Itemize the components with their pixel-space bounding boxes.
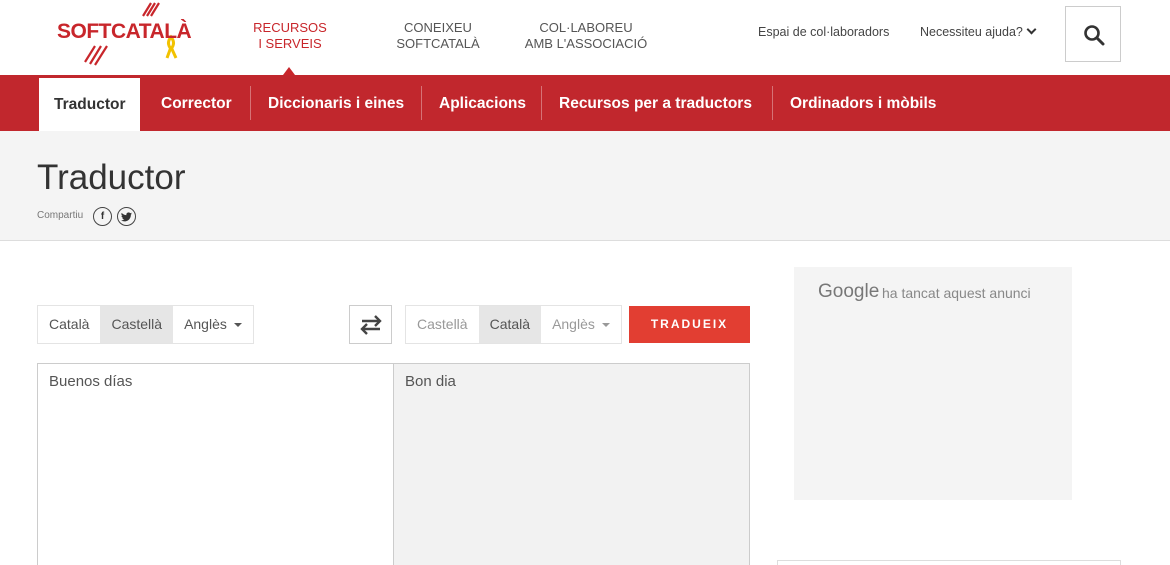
- caret-down-icon: [233, 323, 242, 327]
- page-title-band: Traductor Compartiu f: [0, 131, 1170, 241]
- twitter-share-icon[interactable]: [117, 207, 136, 226]
- google-ad-logo: Google: [818, 281, 880, 302]
- nav-divider: [421, 86, 422, 120]
- softcatala-logo[interactable]: SOFTCATALÀ: [55, 2, 192, 66]
- topnav-label-line1: RECURSOS: [253, 20, 327, 35]
- translation-output: Bon dia: [393, 363, 750, 565]
- collaborators-link[interactable]: Espai de col·laboradors: [758, 25, 889, 39]
- share-label: Compartiu: [37, 210, 84, 221]
- target-lang-angles-label: Anglès: [552, 316, 595, 332]
- section-nav: Traductor Corrector Diccionaris i eines …: [0, 75, 1170, 131]
- topnav-collaboreu[interactable]: COL·LABOREU AMB L'ASSOCIACIÓ: [516, 20, 656, 52]
- translate-button[interactable]: TRADUEIX: [629, 306, 750, 343]
- page-title: Traductor: [37, 158, 186, 197]
- source-lang-angles-dropdown[interactable]: Anglès: [173, 306, 253, 343]
- nav-divider: [250, 86, 251, 120]
- tab-recursos-traductors[interactable]: Recursos per a traductors: [559, 75, 752, 131]
- search-button[interactable]: [1065, 6, 1121, 62]
- source-lang-angles-label: Anglès: [184, 316, 227, 332]
- topnav-recursos-serveis[interactable]: RECURSOS I SERVEIS: [250, 20, 330, 52]
- topnav-label-line2: AMB L'ASSOCIACIÓ: [524, 36, 648, 51]
- sidebar-box: [777, 560, 1121, 565]
- source-lang-castella[interactable]: Castellà: [100, 306, 174, 343]
- topnav-label-line1: COL·LABOREU: [539, 20, 633, 35]
- source-language-selector: Català Castellà Anglès: [37, 305, 254, 344]
- swap-languages-button[interactable]: [349, 305, 392, 344]
- target-lang-angles-dropdown[interactable]: Anglès: [541, 306, 621, 343]
- topnav-coneixeu-softcatala[interactable]: CONEIXEU SOFTCATALÀ: [388, 20, 488, 52]
- topnav-label-line1: CONEIXEU: [404, 20, 472, 35]
- tab-diccionaris[interactable]: Diccionaris i eines: [268, 75, 404, 131]
- active-caret-icon: [283, 67, 295, 75]
- site-header: SOFTCATALÀ RECURSOS I SERVEIS CONEIXEU S…: [0, 0, 1170, 75]
- chevron-down-icon: [1026, 24, 1037, 35]
- search-icon: [1084, 25, 1105, 46]
- target-language-selector: Castellà Català Anglès: [405, 305, 622, 344]
- logo-text: SOFTCATALÀ: [57, 20, 192, 43]
- ad-closed-message: ha tancat aquest anunci: [882, 285, 1031, 301]
- nav-divider: [772, 86, 773, 120]
- target-lang-catala[interactable]: Català: [478, 306, 542, 343]
- source-text-input[interactable]: Buenos días: [37, 363, 394, 565]
- twitter-bird-icon: [121, 212, 132, 222]
- tab-aplicacions[interactable]: Aplicacions: [439, 75, 526, 131]
- tab-ordinadors-mobils[interactable]: Ordinadors i mòbils: [790, 75, 936, 131]
- ad-slot: Google ha tancat aquest anunci: [794, 267, 1072, 500]
- tab-corrector[interactable]: Corrector: [161, 75, 232, 131]
- swap-arrows-icon: [360, 315, 382, 335]
- tab-traductor[interactable]: Traductor: [39, 78, 141, 131]
- caret-down-icon: [601, 323, 610, 327]
- topnav-label-line2: SOFTCATALÀ: [396, 36, 480, 51]
- topnav-label-line2: I SERVEIS: [258, 36, 322, 51]
- source-lang-catala[interactable]: Català: [38, 306, 101, 343]
- nav-divider: [541, 86, 542, 120]
- facebook-share-icon[interactable]: f: [93, 207, 112, 226]
- help-dropdown[interactable]: Necessiteu ajuda?: [920, 24, 1037, 39]
- target-lang-castella[interactable]: Castellà: [406, 306, 479, 343]
- help-label: Necessiteu ajuda?: [920, 25, 1023, 39]
